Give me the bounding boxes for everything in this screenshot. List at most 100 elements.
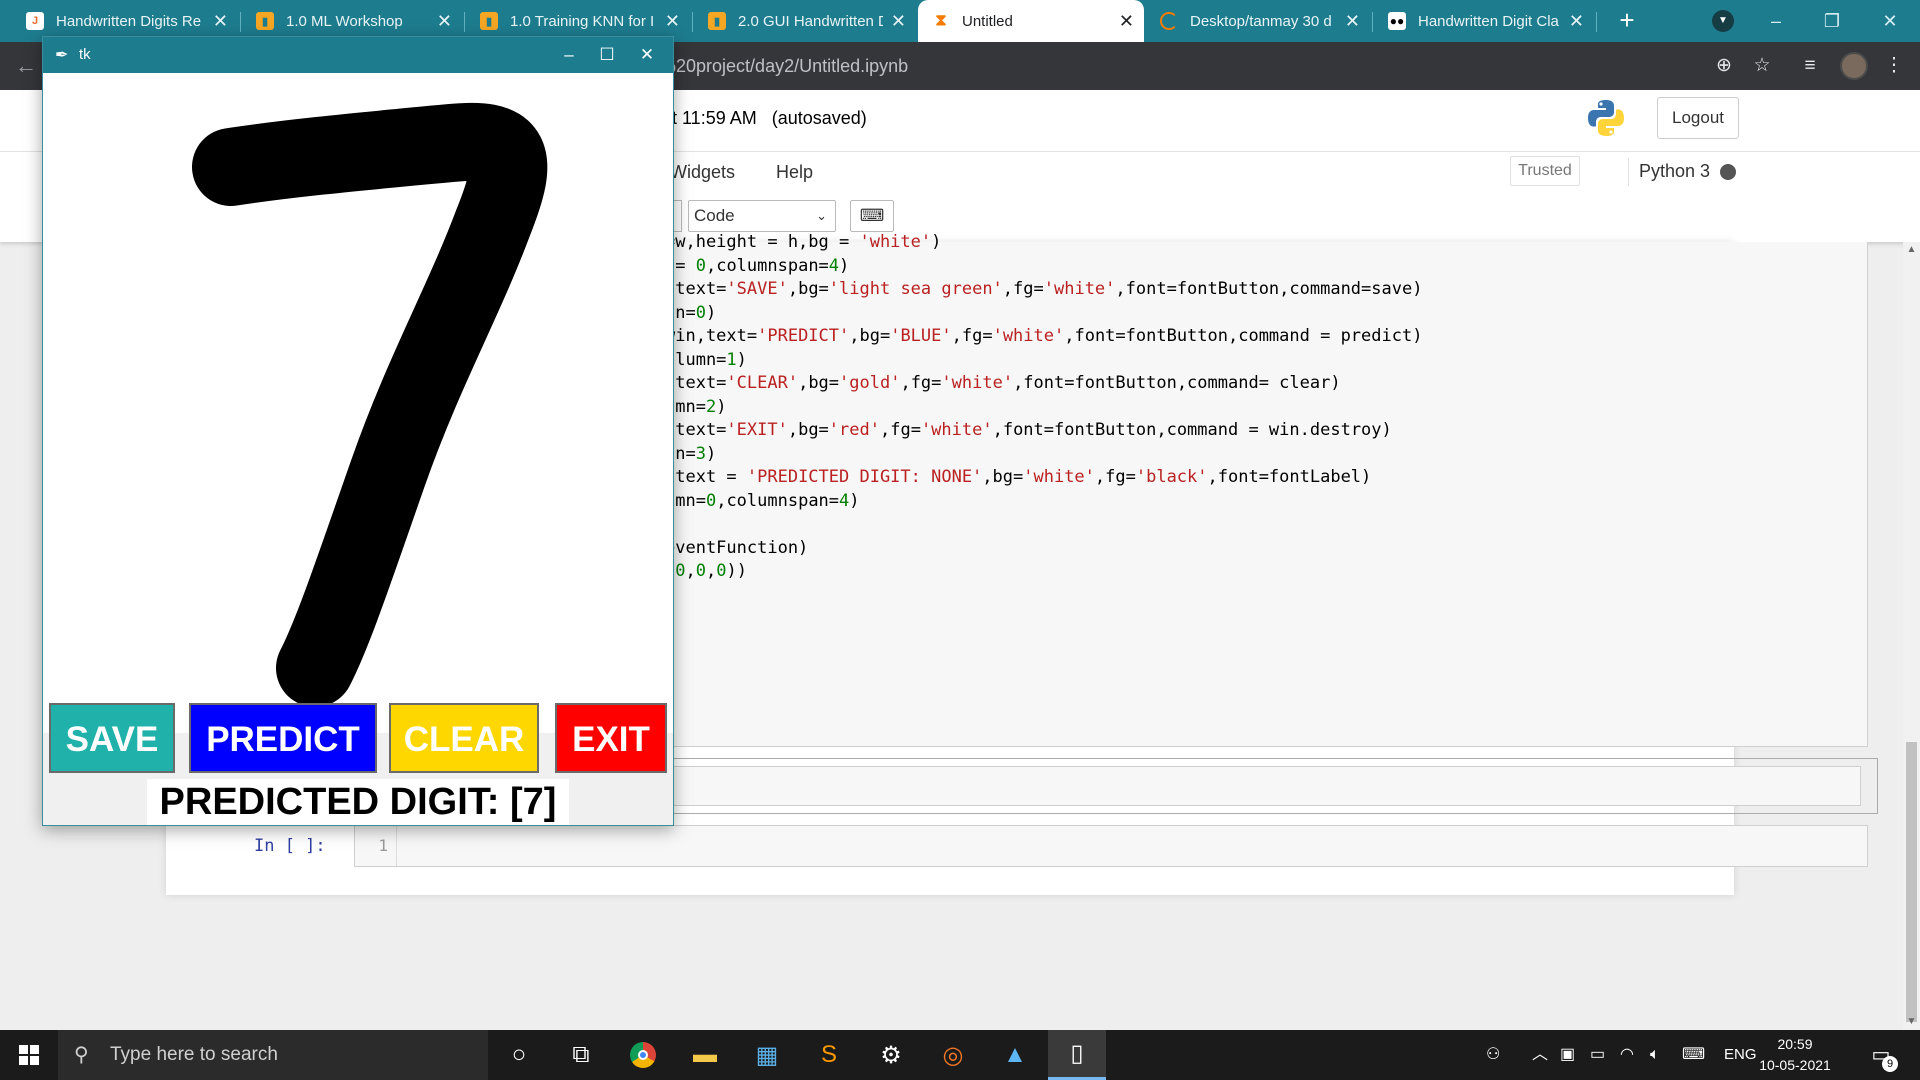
maximize-icon[interactable]: ☐	[587, 40, 627, 70]
code-token: )	[705, 443, 717, 464]
checkpoint-time: t 11:59 AM	[672, 108, 757, 128]
close-icon[interactable]: ✕	[1569, 11, 1584, 32]
tk-titlebar[interactable]: ✒ tk – ☐ ✕	[43, 37, 673, 73]
photos-icon[interactable]: ▲	[986, 1030, 1044, 1080]
battery-icon[interactable]: ▭	[1590, 1030, 1605, 1080]
exit-button[interactable]: EXIT	[555, 703, 667, 773]
logout-button[interactable]: Logout	[1657, 97, 1739, 139]
file-explorer-icon[interactable]: ▬	[676, 1030, 734, 1080]
tab-divider	[692, 12, 693, 32]
new-tab-icon[interactable]: +	[1612, 6, 1642, 36]
page-scrollbar[interactable]: ▲ ▼	[1903, 242, 1920, 1030]
menu-widgets[interactable]: Widgets	[670, 162, 735, 183]
menu-kebab-icon[interactable]: ⋮	[1882, 54, 1906, 78]
code-token: ,columnspan=	[716, 490, 840, 511]
code-token: )	[716, 396, 727, 417]
tab-title: Handwritten Digit Cla	[1418, 12, 1559, 30]
close-icon[interactable]: ✕	[1119, 11, 1134, 32]
code-token: 0	[695, 561, 706, 581]
close-icon[interactable]: ✕	[437, 11, 452, 32]
prediction-label: PREDICTED DIGIT: [7]	[147, 779, 569, 825]
media-control-icon[interactable]: ≡	[1798, 54, 1822, 78]
meet-now-icon[interactable]: ▣	[1560, 1030, 1575, 1080]
cell-type-select[interactable]: Code ⌄	[688, 200, 836, 232]
task-view-icon[interactable]: ⧉	[552, 1030, 610, 1080]
browser-tab-active[interactable]: ⧗ Untitled ✕	[918, 0, 1144, 42]
loading-icon	[1160, 12, 1178, 30]
control-panel-icon[interactable]: ▦	[738, 1030, 796, 1080]
code-line: eventFunction)	[665, 538, 808, 558]
code-line: win,text='PREDICT',bg='BLUE',fg='white',…	[665, 326, 1422, 346]
browser-tab[interactable]: ▮ 2.0 GUI Handwritten D ✕	[694, 0, 916, 42]
keyboard-tray-icon[interactable]: ⌨	[1682, 1030, 1705, 1080]
code-token: ,bg=	[798, 373, 840, 393]
address-bar[interactable]: %20project/day2/Untitled.ipynb	[660, 48, 1730, 84]
windows-start-icon[interactable]	[0, 1030, 58, 1080]
code-editor[interactable]: =w,height = h,bg = 'white') = 0,columnsp…	[656, 232, 1868, 747]
close-icon[interactable]: ✕	[891, 11, 906, 32]
wifi-icon[interactable]: ◠	[1620, 1030, 1634, 1080]
close-icon[interactable]: ✕	[627, 40, 667, 70]
tab-search-icon[interactable]: ▼	[1712, 10, 1734, 32]
bookmark-star-icon[interactable]: ☆	[1750, 54, 1774, 78]
avatar[interactable]	[1840, 52, 1868, 80]
menu-help[interactable]: Help	[776, 162, 813, 183]
jupyter-app-icon[interactable]: ◎	[924, 1030, 982, 1080]
restore-icon[interactable]: ❐	[1812, 6, 1852, 36]
save-button[interactable]: SAVE	[49, 703, 175, 773]
back-arrow-icon[interactable]: ←	[12, 52, 40, 80]
scroll-up-icon[interactable]: ▲	[1906, 244, 1917, 256]
sublime-text-icon[interactable]: S	[800, 1030, 858, 1080]
code-token: 'white'	[1043, 279, 1116, 299]
clock[interactable]: 20:59 10-05-2021	[1756, 1034, 1834, 1076]
chevron-up-icon[interactable]: ︿	[1532, 1030, 1548, 1080]
scroll-down-icon[interactable]: ▼	[1906, 1016, 1917, 1028]
volume-icon[interactable]: 🔈︎	[1650, 1030, 1660, 1080]
selected-empty-cell[interactable]	[656, 758, 1878, 814]
taskbar-search-input[interactable]: ⚲ Type here to search	[58, 1030, 488, 1080]
code-token: 0	[675, 561, 686, 581]
browser-tab[interactable]: Desktop/tanmay 30 d ✕	[1146, 0, 1370, 42]
code-token: 2	[705, 396, 717, 417]
clock-time: 20:59	[1777, 1036, 1813, 1052]
code-token: ,font=fontLabel)	[1207, 467, 1372, 487]
language-indicator[interactable]: ENG	[1724, 1030, 1757, 1080]
code-token: olumn=	[665, 349, 727, 370]
code-token: 'EXIT'	[726, 420, 788, 440]
cell-input[interactable]	[665, 766, 1861, 806]
close-icon[interactable]: ✕	[213, 11, 228, 32]
zoom-icon[interactable]: ⊕	[1712, 54, 1736, 78]
close-icon[interactable]: ✕	[665, 11, 680, 32]
minimize-icon[interactable]: –	[1756, 6, 1796, 36]
code-token: ,	[706, 561, 717, 581]
empty-cell[interactable]: 1	[354, 825, 1868, 867]
code-token: text=	[665, 420, 727, 440]
code-token: )	[931, 232, 942, 252]
code-token: 0	[695, 255, 706, 276]
tab-title: 1.0 Training KNN for I	[510, 12, 655, 30]
minimize-icon[interactable]: –	[549, 40, 589, 70]
scroll-thumb[interactable]	[1906, 742, 1917, 1022]
code-token: win,text=	[665, 326, 758, 346]
tab-title: 1.0 ML Workshop	[286, 12, 403, 30]
close-window-icon[interactable]: ✕	[1870, 6, 1910, 36]
clear-button[interactable]: CLEAR	[389, 703, 539, 773]
predict-button[interactable]: PREDICT	[189, 703, 377, 773]
code-token: ,fg=	[900, 373, 942, 393]
chrome-icon[interactable]	[614, 1030, 672, 1080]
notepad-icon[interactable]: ▯	[1048, 1030, 1106, 1080]
settings-gear-icon[interactable]: ⚙	[862, 1030, 920, 1080]
browser-tab[interactable]: ●● Handwritten Digit Cla ✕	[1374, 0, 1594, 42]
trusted-badge[interactable]: Trusted	[1510, 156, 1580, 186]
keyboard-icon[interactable]: ⌨	[850, 200, 894, 232]
code-token: 'PREDICTED DIGIT: NONE'	[746, 467, 983, 487]
drawing-canvas[interactable]	[43, 73, 673, 733]
close-icon[interactable]: ✕	[1345, 11, 1360, 32]
checkpoint-status: t 11:59 AM (autosaved)	[672, 108, 867, 129]
drawn-digit-stroke	[192, 102, 548, 707]
cortana-icon[interactable]: ○	[490, 1030, 548, 1080]
code-line: text='EXIT',bg='red',fg='white',font=fon…	[665, 420, 1392, 440]
code-cell[interactable]: =w,height = h,bg = 'white') = 0,columnsp…	[656, 232, 1868, 750]
notebook-icon: ▮	[708, 12, 726, 30]
people-icon[interactable]: ⚇	[1486, 1030, 1500, 1080]
